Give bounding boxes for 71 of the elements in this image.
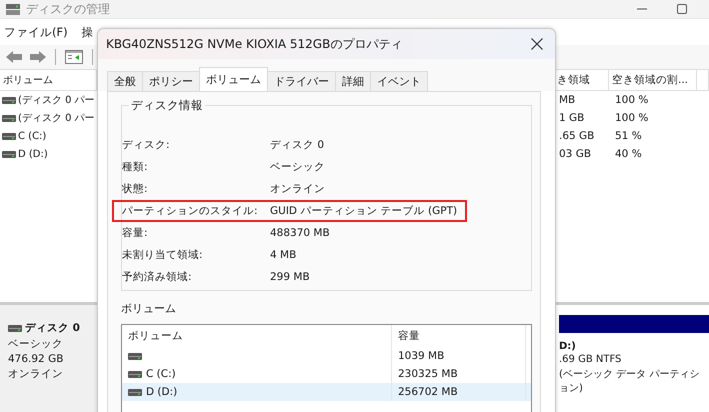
field-value: GUID パーティション テーブル (GPT) bbox=[270, 204, 458, 218]
drive-icon bbox=[2, 150, 16, 158]
menu-item[interactable]: 操 bbox=[82, 24, 94, 40]
field-value: オンライン bbox=[270, 182, 325, 196]
maximize-icon bbox=[677, 4, 687, 14]
column-header[interactable]: 容量 bbox=[392, 325, 526, 347]
field-label: 予約済み領域: bbox=[122, 270, 193, 284]
drive-icon bbox=[128, 370, 142, 378]
tab[interactable]: イベント bbox=[370, 71, 428, 91]
table-cell: 1039 MB bbox=[392, 347, 526, 365]
menu-item[interactable]: ファイル(F) bbox=[4, 24, 68, 40]
tab[interactable]: ポリシー bbox=[142, 71, 200, 91]
disk-size: 476.92 GB bbox=[8, 353, 64, 365]
field-value: ディスク 0 bbox=[270, 138, 324, 152]
tab[interactable]: 全般 bbox=[107, 71, 143, 91]
tab[interactable]: ドライバー bbox=[267, 71, 336, 91]
window-panel-icon bbox=[65, 50, 83, 64]
volume-name: (ディスク 0 パー bbox=[18, 112, 95, 125]
console-button[interactable] bbox=[63, 48, 85, 66]
volume-name: C (C:) bbox=[146, 368, 176, 380]
table-cell-text: 1 GB bbox=[558, 112, 586, 124]
table-cell-text: 03 GB bbox=[558, 148, 592, 160]
field-label: パーティションのスタイル: bbox=[122, 204, 259, 218]
drive-icon bbox=[2, 96, 16, 104]
group-title: ディスク情報 bbox=[129, 98, 205, 113]
table-cell-text: MB bbox=[558, 94, 576, 106]
field-label: 状態: bbox=[122, 182, 149, 196]
right-arrow-icon bbox=[30, 51, 46, 63]
disk-drive-icon bbox=[6, 3, 20, 15]
section-title: ボリューム bbox=[121, 301, 177, 316]
column-header[interactable]: 空き領域の割... bbox=[609, 70, 697, 90]
drive-icon bbox=[8, 324, 22, 332]
table-cell-text: .65 GB bbox=[558, 130, 596, 142]
left-arrow-icon bbox=[6, 51, 22, 63]
table-row[interactable]: 1039 MB bbox=[122, 347, 531, 365]
table-cell-text: 100 % bbox=[614, 112, 650, 124]
volume-name: D (D:) bbox=[18, 148, 48, 160]
drive-icon bbox=[128, 388, 142, 396]
disk-status: オンライン bbox=[8, 367, 64, 381]
field-label: 容量: bbox=[122, 226, 149, 240]
drive-icon bbox=[2, 132, 16, 140]
partition-status: (ベーシック データ パーティション) bbox=[559, 368, 700, 395]
volume-name: (ディスク 0 パー bbox=[18, 94, 95, 107]
field-value: ベーシック bbox=[270, 160, 325, 174]
partition-name: D:) bbox=[559, 341, 577, 352]
window-title: ディスクの管理 bbox=[26, 0, 110, 18]
selected-row[interactable]: D (D:) 256702 MB bbox=[122, 383, 531, 401]
table-cell-text: 100 % bbox=[614, 94, 650, 106]
tab[interactable]: 詳細 bbox=[335, 71, 371, 91]
volume-name: D (D:) bbox=[146, 386, 178, 398]
back-button[interactable] bbox=[4, 49, 24, 65]
tab[interactable]: ボリューム bbox=[199, 67, 268, 91]
field-label: 未割り当て領域: bbox=[122, 248, 204, 262]
forward-button[interactable] bbox=[28, 49, 48, 65]
drive-icon bbox=[128, 352, 142, 360]
field-value: 299 MB bbox=[270, 271, 310, 283]
column-header[interactable]: ボリューム bbox=[122, 325, 392, 347]
disk-type: ベーシック bbox=[8, 337, 64, 351]
table-cell-text: 40 % bbox=[614, 148, 643, 160]
field-label: 種類: bbox=[122, 160, 149, 174]
partition-size: .69 GB NTFS bbox=[559, 354, 622, 365]
close-icon bbox=[531, 38, 543, 50]
field-label: ディスク: bbox=[122, 138, 171, 152]
field-value: 488370 MB bbox=[270, 227, 330, 239]
disk-name: ディスク 0 bbox=[25, 321, 80, 335]
volume-name: C (C:) bbox=[18, 130, 46, 142]
table-cell-text: 51 % bbox=[614, 130, 643, 142]
dialog-title: KBG40ZNS512G NVMe KIOXIA 512GBのプロパティ bbox=[106, 36, 402, 52]
table-cell: 256702 MB bbox=[392, 383, 526, 401]
field-value: 4 MB bbox=[270, 249, 296, 261]
drive-icon bbox=[2, 114, 16, 122]
